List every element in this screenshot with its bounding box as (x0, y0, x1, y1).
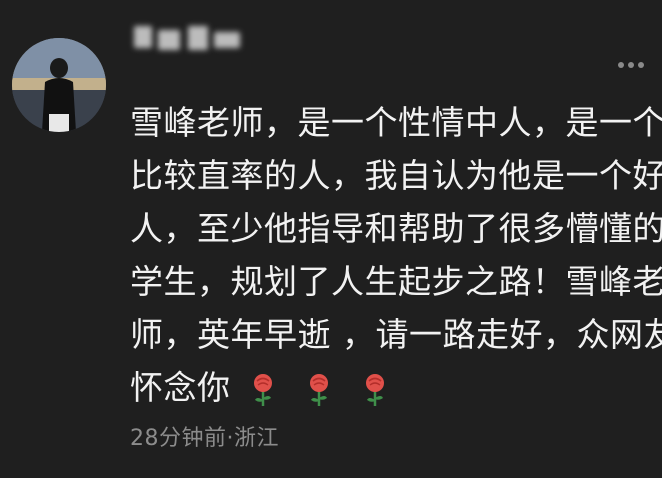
comment-line-last: 怀念你 (130, 361, 640, 414)
rose-icon (305, 372, 333, 408)
avatar[interactable] (12, 38, 106, 132)
comment-meta: 28分钟前·浙江 (130, 426, 279, 451)
more-options-icon[interactable] (618, 62, 644, 68)
comment-line-text: 怀念你 (130, 368, 231, 407)
comment-card: 雪峰老师，是一个性情中人，是一个 比较直率的人，我自认为他是一个好 人，至少他指… (0, 0, 662, 478)
rose-icon (361, 372, 389, 408)
avatar-image (12, 38, 106, 132)
comment-line: 人，至少他指导和帮助了很多懵懂的 (130, 209, 662, 248)
comment-text: 雪峰老师，是一个性情中人，是一个 比较直率的人，我自认为他是一个好 人，至少他指… (130, 96, 662, 414)
comment-line: 师，英年早逝 ，请一路走好，众网友 (130, 315, 662, 354)
comment-line: 雪峰老师，是一个性情中人，是一个 (130, 103, 662, 142)
comment-line: 比较直率的人，我自认为他是一个好 (130, 156, 662, 195)
rose-icon (249, 372, 277, 408)
username-blurred[interactable] (128, 22, 278, 50)
emoji-group (249, 372, 389, 408)
comment-line: 学生，规划了人生起步之路！雪峰老 (130, 262, 662, 301)
